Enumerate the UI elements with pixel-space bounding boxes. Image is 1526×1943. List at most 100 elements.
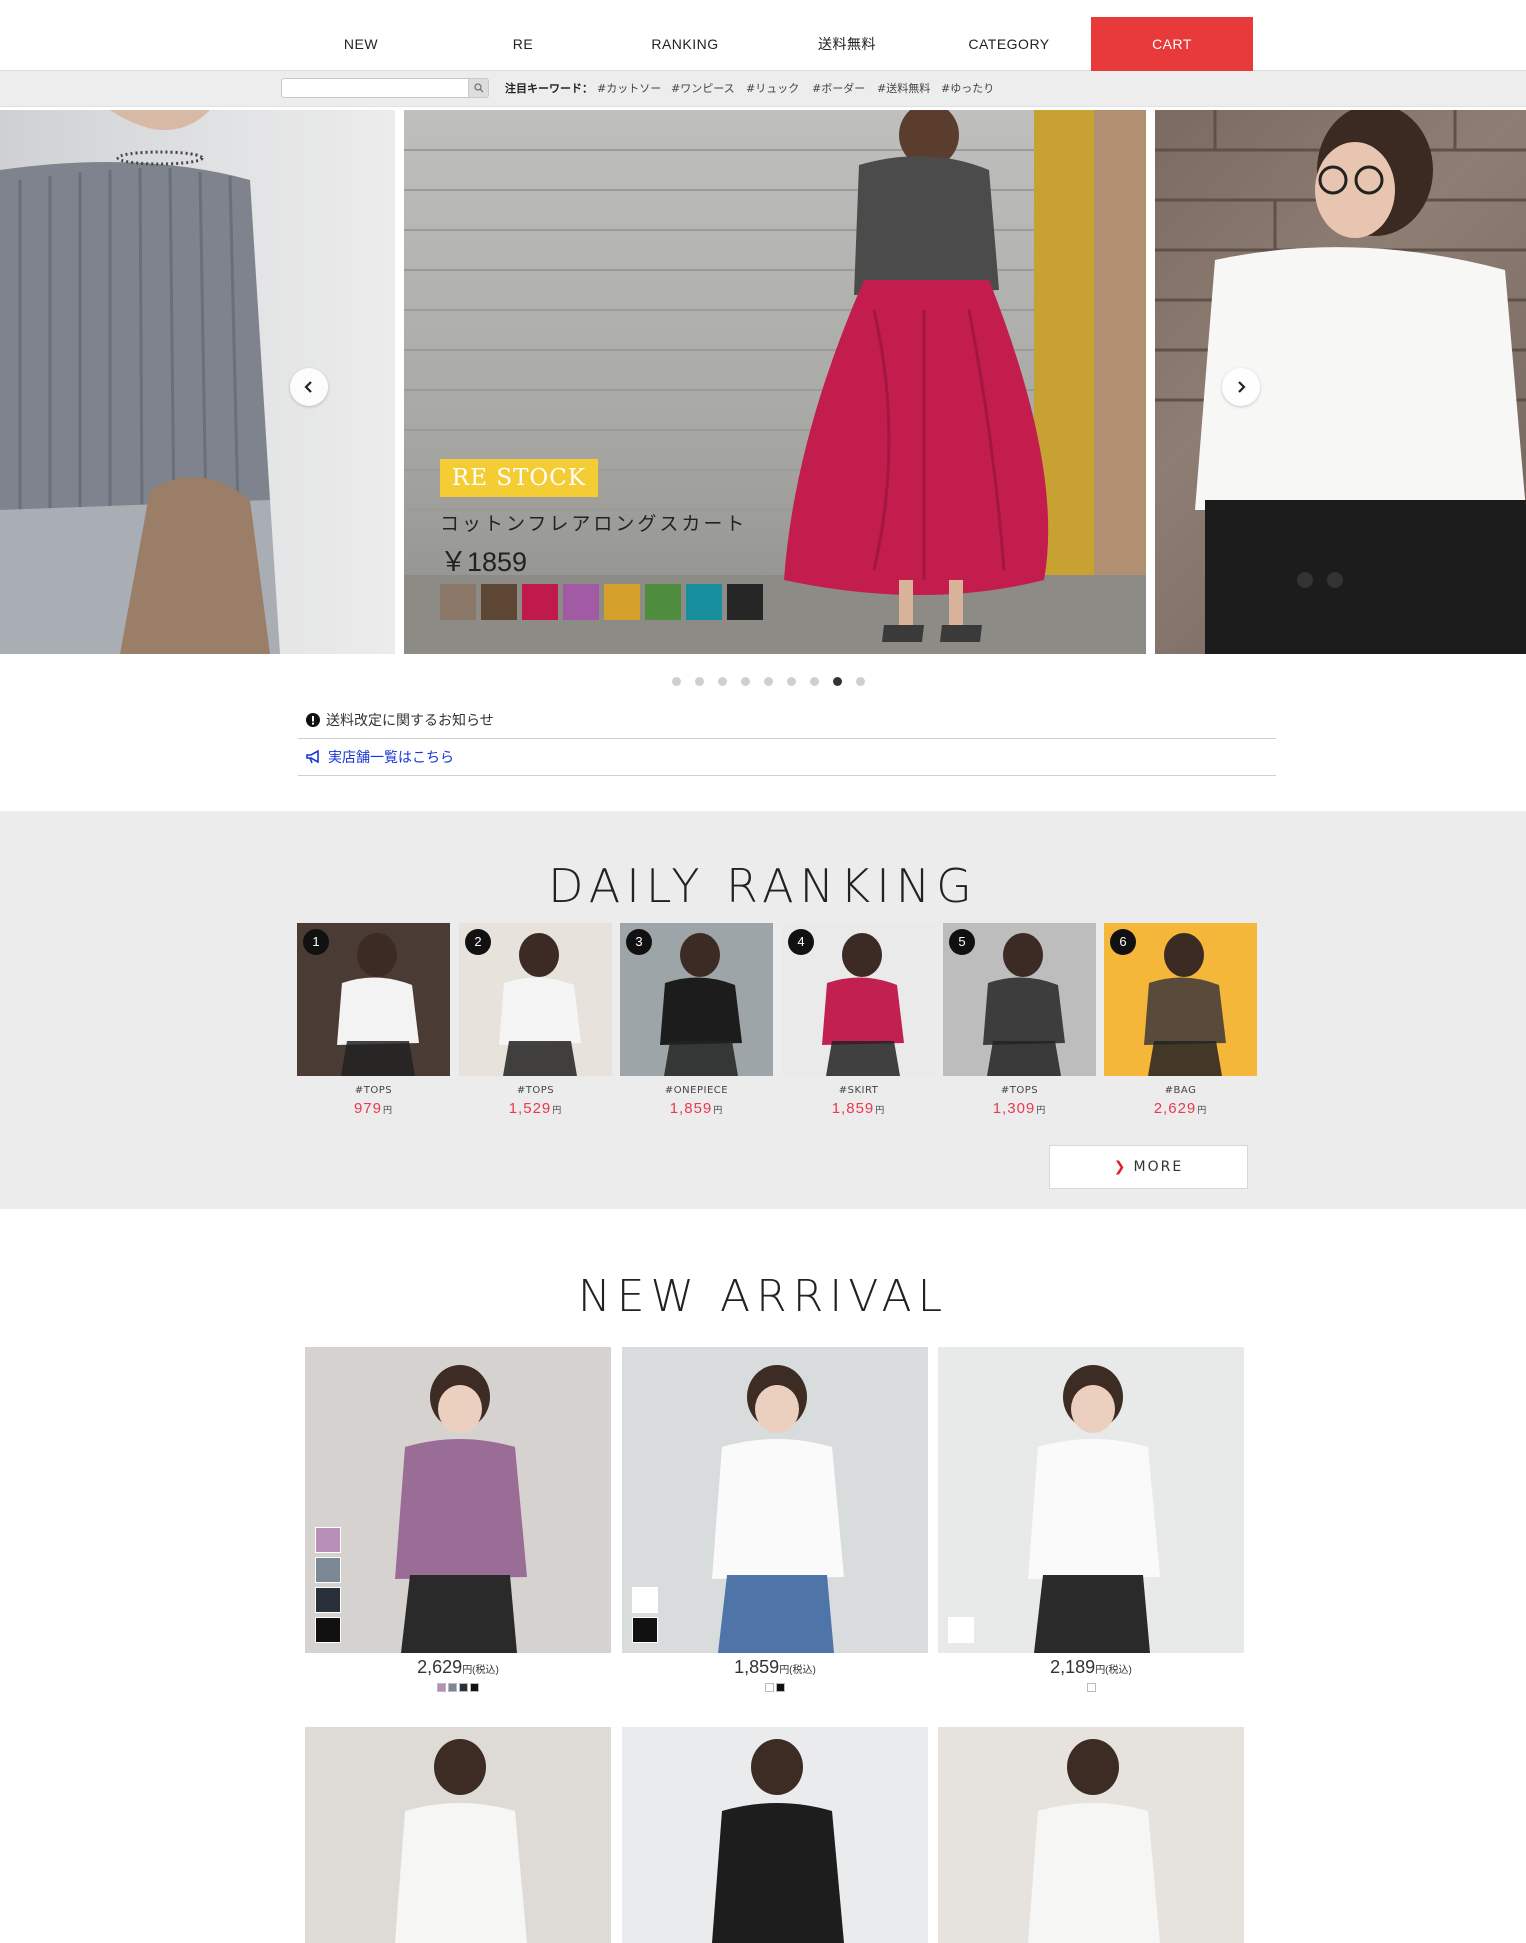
ranking-item-image: 3: [620, 923, 773, 1076]
price-unit: 円(税込): [462, 1665, 499, 1676]
new-arrival-image: [622, 1347, 928, 1653]
product-photo: [712, 1365, 844, 1653]
ranking-item-category: #BAG: [1164, 1085, 1197, 1096]
chevron-right-icon: [1238, 381, 1246, 393]
hero-color-swatch[interactable]: [563, 584, 599, 620]
keyword-label: 注目キーワード：: [505, 82, 593, 95]
nav-ranking[interactable]: RANKING: [604, 17, 766, 71]
slider-prev-button[interactable]: [290, 368, 328, 406]
slide-next[interactable]: [1155, 110, 1526, 654]
ranking-item-image: 2: [459, 923, 612, 1076]
keyword-tag[interactable]: #リュック: [746, 80, 799, 96]
mini-color-swatch: [765, 1683, 774, 1692]
ranking-item[interactable]: 6 #BAG 2,629円: [1104, 923, 1257, 1117]
yen-unit: 円: [383, 1105, 394, 1115]
color-swatch: [632, 1617, 658, 1643]
shipping-notice[interactable]: 送料改定に関するお知らせ: [298, 702, 1276, 739]
new-arrival-item[interactable]: [305, 1727, 611, 1943]
slide-previous[interactable]: [0, 110, 395, 654]
nav-category[interactable]: CATEGORY: [928, 17, 1090, 71]
price-value: 1,859: [734, 1657, 780, 1677]
new-arrival-image: [938, 1727, 1244, 1943]
slider-dot[interactable]: [672, 677, 681, 686]
hero-color-swatch[interactable]: [645, 584, 681, 620]
slider-dot[interactable]: [718, 677, 727, 686]
new-arrival-item[interactable]: 2,629円(税込): [305, 1347, 611, 1692]
hero-color-swatch[interactable]: [481, 584, 517, 620]
ranking-item[interactable]: 5 #TOPS 1,309円: [943, 923, 1096, 1117]
ranking-item[interactable]: 2 #TOPS 1,529円: [459, 923, 612, 1117]
ranking-item-price: 1,309円: [943, 1100, 1096, 1117]
yen-unit: 円: [1036, 1105, 1047, 1115]
ranking-item-category: #TOPS: [354, 1085, 393, 1096]
search-icon: [473, 83, 483, 93]
slider-dot[interactable]: [833, 677, 842, 686]
mini-color-swatch: [437, 1683, 446, 1692]
ranking-item-category: #SKIRT: [838, 1085, 879, 1096]
store-list-text: 実店舗一覧はこちら: [328, 750, 454, 766]
keyword-tag[interactable]: #ワンピース: [671, 80, 735, 96]
slider-next-button[interactable]: [1222, 368, 1260, 406]
keyword-tag[interactable]: #送料無料: [877, 80, 930, 96]
ranking-more-button[interactable]: ❯ MORE: [1049, 1145, 1248, 1189]
slider-dot[interactable]: [810, 677, 819, 686]
keyword-tag[interactable]: #ボーダー: [812, 80, 865, 96]
nav-free-shipping[interactable]: 送料無料: [766, 17, 928, 71]
slider-dot[interactable]: [764, 677, 773, 686]
nav-restock[interactable]: RE: [442, 17, 604, 71]
ranking-item[interactable]: 4 #SKIRT 1,859円: [782, 923, 935, 1117]
rank-number-badge: 3: [626, 929, 652, 955]
new-arrival-item[interactable]: [938, 1727, 1244, 1943]
color-swatch-stack: [315, 1527, 341, 1643]
hero-color-swatch[interactable]: [686, 584, 722, 620]
yen-unit: 円: [552, 1105, 563, 1115]
more-label: MORE: [1133, 1159, 1184, 1175]
slider-dot[interactable]: [741, 677, 750, 686]
yen-unit: 円: [713, 1105, 724, 1115]
new-arrival-price: 2,629円(税込): [305, 1657, 611, 1678]
keyword-tag[interactable]: #カットソー: [597, 80, 661, 96]
price-value: 1,309: [992, 1100, 1036, 1117]
color-swatch: [948, 1617, 974, 1643]
color-swatch: [315, 1527, 341, 1553]
ranking-item-price: 2,629円: [1104, 1100, 1257, 1117]
ranking-item-price: 1,529円: [459, 1100, 612, 1117]
ranking-item[interactable]: 3 #ONEPIECE 1,859円: [620, 923, 773, 1117]
search-button[interactable]: [468, 79, 488, 97]
mini-color-swatches: [305, 1683, 611, 1692]
ranking-item-image: 6: [1104, 923, 1257, 1076]
ranking-item[interactable]: 1 #TOPS 979円: [297, 923, 450, 1117]
search-input[interactable]: [282, 81, 468, 100]
nav-new[interactable]: NEW: [280, 17, 442, 71]
rank-number-badge: 6: [1110, 929, 1136, 955]
white-tee-photo: [1155, 110, 1526, 654]
rank-number-badge: 4: [788, 929, 814, 955]
new-arrival-item[interactable]: 2,189円(税込): [938, 1347, 1244, 1692]
nav-cart-button[interactable]: CART: [1091, 17, 1253, 71]
product-photo: [1028, 1365, 1160, 1653]
slider-dot[interactable]: [856, 677, 865, 686]
ranking-item-image: 4: [782, 923, 935, 1076]
new-arrival-item[interactable]: [622, 1727, 928, 1943]
price-value: 1,859: [831, 1100, 875, 1117]
knit-top-photo: [0, 110, 280, 654]
new-arrival-title: NEW ARRIVAL: [577, 1271, 949, 1322]
slide-current[interactable]: RE STOCK コットンフレアロングスカート ￥1859: [404, 110, 1146, 654]
hero-color-swatch[interactable]: [604, 584, 640, 620]
yen-unit: 円: [1197, 1105, 1208, 1115]
product-photo: [395, 1365, 527, 1653]
hero-color-swatch[interactable]: [727, 584, 763, 620]
mini-color-swatch: [1086, 1683, 1096, 1692]
ranking-item-category: #TOPS: [1000, 1085, 1039, 1096]
slider-dot[interactable]: [787, 677, 796, 686]
rank-number-badge: 5: [949, 929, 975, 955]
slider-dot[interactable]: [695, 677, 704, 686]
hero-color-swatch[interactable]: [440, 584, 476, 620]
store-list-link[interactable]: 実店舗一覧はこちら: [298, 739, 1276, 776]
keyword-tag[interactable]: #ゆったり: [941, 80, 994, 96]
new-arrival-item[interactable]: 1,859円(税込): [622, 1347, 928, 1692]
price-value: 2,629: [1153, 1100, 1197, 1117]
daily-ranking-section: DAILY RANKING ❯ MORE 1 #TOPS 979円 2 #TOPS 1,52…: [0, 811, 1526, 1209]
hero-color-swatch[interactable]: [522, 584, 558, 620]
new-arrival-image: [938, 1347, 1244, 1653]
